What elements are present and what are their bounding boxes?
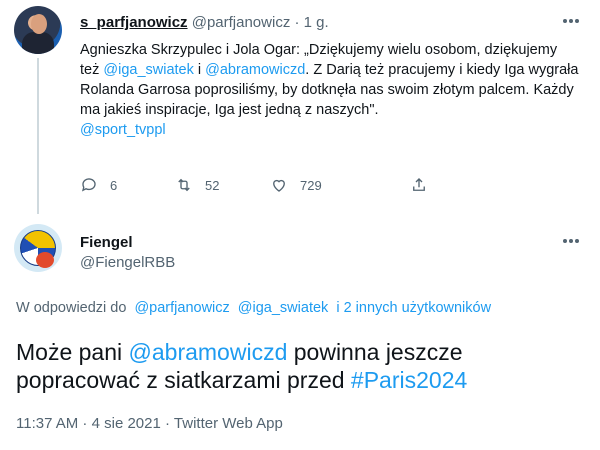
mention-link[interactable]: @sport_tvppl: [80, 122, 166, 138]
thread-line: [37, 58, 39, 214]
avatar[interactable]: [14, 224, 62, 272]
mention-link[interactable]: @iga_swiatek: [103, 62, 193, 78]
replying-to-link[interactable]: @iga_swiatek: [238, 300, 328, 316]
like-icon: [273, 179, 285, 192]
reply-button[interactable]: 6: [80, 176, 117, 194]
retweet-icon: [178, 178, 190, 192]
focused-tweet: Fiengel @FiengelRBB W odpowiedzi do @par…: [0, 212, 600, 450]
reply-count: 6: [110, 177, 118, 193]
ball-icon: [36, 252, 54, 268]
display-name[interactable]: s_parfjanowicz: [80, 14, 188, 31]
mention-link[interactable]: @abramowiczd: [205, 62, 305, 78]
tweet-time[interactable]: 1 g.: [304, 14, 329, 31]
separator: ·: [294, 14, 300, 31]
more-options-button[interactable]: [562, 10, 586, 30]
display-name[interactable]: Fiengel: [80, 234, 133, 251]
like-button[interactable]: 729: [270, 176, 322, 194]
user-handle[interactable]: @parfjanowicz: [192, 14, 291, 31]
tweet-text: Może pani @abramowiczd powinna jeszcze p…: [16, 339, 468, 393]
tweet-body: Agnieszka Skrzypulec i Jola Ogar: „Dzięk…: [80, 40, 580, 140]
tweet-date[interactable]: 4 sie 2021: [92, 415, 161, 432]
like-count: 729: [300, 177, 322, 193]
more-icon: [563, 19, 567, 23]
tweet-actions: 6 52 729: [80, 176, 550, 200]
hashtag-link[interactable]: #Paris2024: [351, 367, 467, 393]
retweet-count: 52: [205, 177, 220, 193]
tweet-source[interactable]: Twitter Web App: [174, 415, 283, 432]
more-options-button[interactable]: [562, 230, 586, 250]
share-button[interactable]: [410, 176, 428, 194]
replying-to: W odpowiedzi do @parfjanowicz @iga_swiat…: [16, 300, 492, 316]
avatar[interactable]: [14, 6, 62, 54]
tweet-text: Agnieszka Skrzypulec i Jola Ogar: „Dzięk…: [80, 42, 579, 118]
tweet-meta: 11:37 AM · 4 sie 2021 · Twitter Web App: [16, 415, 283, 432]
replying-to-link[interactable]: @parfjanowicz: [134, 300, 229, 316]
share-icon: [413, 178, 425, 191]
tweet-header: s_parfjanowicz @parfjanowicz · 1 g.: [80, 14, 329, 31]
more-icon: [563, 239, 567, 243]
avatar-face: [31, 14, 47, 34]
user-handle[interactable]: @FiengelRBB: [80, 254, 175, 271]
retweet-button[interactable]: 52: [175, 176, 219, 194]
parent-tweet[interactable]: s_parfjanowicz @parfjanowicz · 1 g. Agni…: [0, 0, 600, 214]
mention-link[interactable]: @abramowiczd: [129, 339, 288, 365]
tweet-time[interactable]: 11:37 AM: [16, 415, 78, 432]
replying-to-others-link[interactable]: i 2 innych użytkowników: [336, 300, 491, 316]
avatar-figure: [22, 32, 54, 54]
reply-icon: [81, 178, 96, 192]
